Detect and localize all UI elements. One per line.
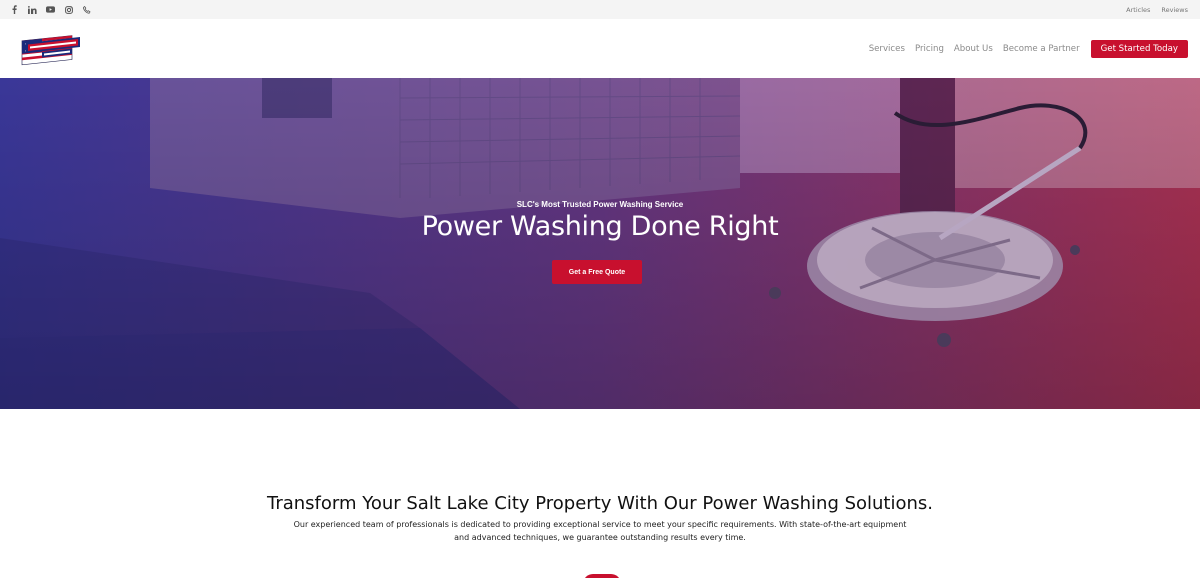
linkedin-icon[interactable] <box>28 5 37 14</box>
site-header: Services Pricing About Us Become a Partn… <box>0 19 1200 78</box>
hero-kicker: SLC's Most Trusted Power Washing Service <box>516 200 684 209</box>
nav-about-us[interactable]: About Us <box>954 44 993 54</box>
nav-become-a-partner[interactable]: Become a Partner <box>1003 44 1080 54</box>
social-links <box>10 5 91 14</box>
free-quote-button[interactable]: Get a Free Quote <box>552 260 642 284</box>
instagram-icon[interactable] <box>64 5 73 14</box>
facebook-icon[interactable] <box>10 5 19 14</box>
logo-image <box>21 34 80 65</box>
hero-content: SLC's Most Trusted Power Washing Service… <box>0 78 1200 409</box>
hero-section: SLC's Most Trusted Power Washing Service… <box>0 78 1200 409</box>
main-nav: Services Pricing About Us Become a Partn… <box>869 39 1188 58</box>
top-utility-bar: Articles Reviews <box>0 0 1200 19</box>
reviews-link[interactable]: Reviews <box>1161 6 1188 14</box>
nav-services[interactable]: Services <box>869 44 905 54</box>
phone-icon[interactable] <box>82 5 91 14</box>
intro-title: Transform Your Salt Lake City Property W… <box>266 493 934 514</box>
logo[interactable] <box>20 29 84 69</box>
intro-text: Our experienced team of professionals is… <box>293 520 907 542</box>
nav-pricing[interactable]: Pricing <box>915 44 944 54</box>
get-started-button[interactable]: Get Started Today <box>1090 39 1188 58</box>
articles-link[interactable]: Articles <box>1126 6 1150 14</box>
youtube-icon[interactable] <box>46 5 55 14</box>
hero-title: Power Washing Done Right <box>421 211 779 242</box>
section-button-peek[interactable] <box>583 574 621 578</box>
top-links: Articles Reviews <box>1126 6 1188 14</box>
